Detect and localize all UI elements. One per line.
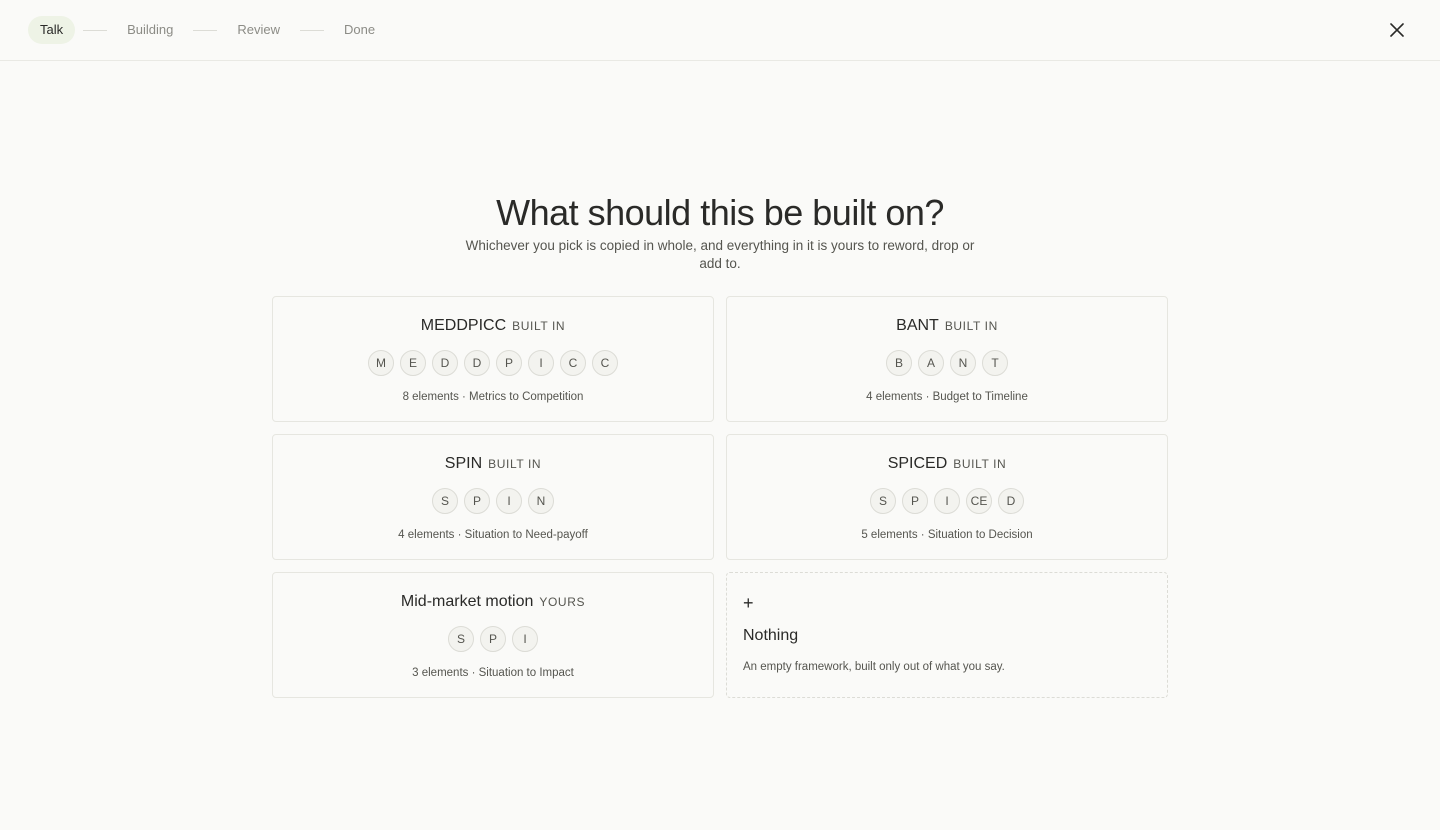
card-title: SPIN BUILT IN	[273, 455, 713, 473]
step-divider	[193, 29, 218, 31]
framework-meta: 4 elements · Situation to Need-payoff	[398, 529, 588, 541]
element-chip: D	[998, 488, 1024, 514]
element-chip: CE	[966, 488, 992, 514]
element-chip: N	[950, 350, 976, 376]
element-chip: P	[902, 488, 928, 514]
framework-name: MEDDPICC	[420, 317, 507, 334]
step-done[interactable]: Done	[344, 16, 375, 44]
page-title: What should this be built on?	[496, 192, 944, 233]
element-chip: N	[528, 488, 554, 514]
element-chip: S	[432, 488, 458, 514]
framework-name: SPICED	[887, 455, 948, 472]
card-title: Mid-market motion YOURS	[273, 593, 713, 611]
card-title: MEDDPICC BUILT IN	[273, 317, 713, 335]
framework-meta: 3 elements · Situation to Impact	[412, 667, 574, 679]
framework-meta: 5 elements · Situation to Decision	[861, 529, 1033, 541]
element-chip: C	[592, 350, 618, 376]
close-button[interactable]	[1388, 21, 1406, 39]
element-chips: B A N T	[727, 350, 1167, 376]
plus-icon: +	[743, 593, 754, 613]
card-title: SPICED BUILT IN	[727, 455, 1167, 473]
framework-name: SPIN	[444, 455, 483, 472]
framework-description: An empty framework, built only out of wh…	[743, 661, 1005, 673]
element-chip: B	[886, 350, 912, 376]
framework-card-spiced[interactable]: SPICED BUILT IN S P I CE D 5 elements · S…	[726, 434, 1168, 560]
element-chip: M	[368, 350, 394, 376]
framework-card-nothing[interactable]: + Nothing An empty framework, built only…	[726, 572, 1168, 698]
step-divider	[300, 29, 325, 31]
element-chip: A	[918, 350, 944, 376]
close-icon	[1390, 23, 1404, 37]
element-chip: S	[448, 626, 474, 652]
element-chip: E	[400, 350, 426, 376]
step-building[interactable]: Building	[127, 16, 173, 44]
step-talk[interactable]: Talk	[28, 16, 76, 44]
framework-tag: BUILT IN	[944, 319, 998, 333]
element-chip: D	[464, 350, 490, 376]
framework-name: BANT	[896, 317, 939, 334]
step-divider	[83, 29, 108, 31]
framework-card-bant[interactable]: BANT BUILT IN B A N T 4 elements · Budget…	[726, 296, 1168, 422]
framework-meta: 8 elements · Metrics to Competition	[402, 391, 584, 403]
element-chip: I	[934, 488, 960, 514]
step-review[interactable]: Review	[237, 16, 280, 44]
framework-meta: 4 elements · Budget to Timeline	[866, 391, 1028, 403]
framework-card-meddpicc[interactable]: MEDDPICC BUILT IN M E D D P I C C 8 eleme…	[272, 296, 714, 422]
element-chip: I	[512, 626, 538, 652]
framework-tag: BUILT IN	[488, 457, 542, 471]
element-chip: D	[432, 350, 458, 376]
element-chip: T	[982, 350, 1008, 376]
element-chip: S	[870, 488, 896, 514]
framework-name: Mid-market motion	[400, 593, 534, 610]
element-chips: S P I CE D	[727, 488, 1167, 514]
element-chip: I	[528, 350, 554, 376]
page-subtitle: Whichever you pick is copied in whole, a…	[465, 238, 975, 271]
element-chip: C	[560, 350, 586, 376]
element-chip: P	[496, 350, 522, 376]
stepper: Talk Building Review Done	[28, 16, 375, 44]
element-chips: S P I N	[273, 488, 713, 514]
element-chip: P	[480, 626, 506, 652]
element-chip: I	[496, 488, 522, 514]
framework-tag: BUILT IN	[953, 457, 1007, 471]
framework-card-spin[interactable]: SPIN BUILT IN S P I N 4 elements · Situat…	[272, 434, 714, 560]
element-chips: S P I	[273, 626, 713, 652]
element-chips: M E D D P I C C	[273, 350, 713, 376]
element-chip: P	[464, 488, 490, 514]
top-bar: Talk Building Review Done	[0, 0, 1440, 61]
framework-tag: YOURS	[539, 595, 586, 609]
framework-tag: BUILT IN	[512, 319, 566, 333]
card-title: BANT BUILT IN	[727, 317, 1167, 335]
framework-name: Nothing	[743, 627, 799, 644]
framework-card-mid-market-motion[interactable]: Mid-market motion YOURS S P I 3 elements …	[272, 572, 714, 698]
